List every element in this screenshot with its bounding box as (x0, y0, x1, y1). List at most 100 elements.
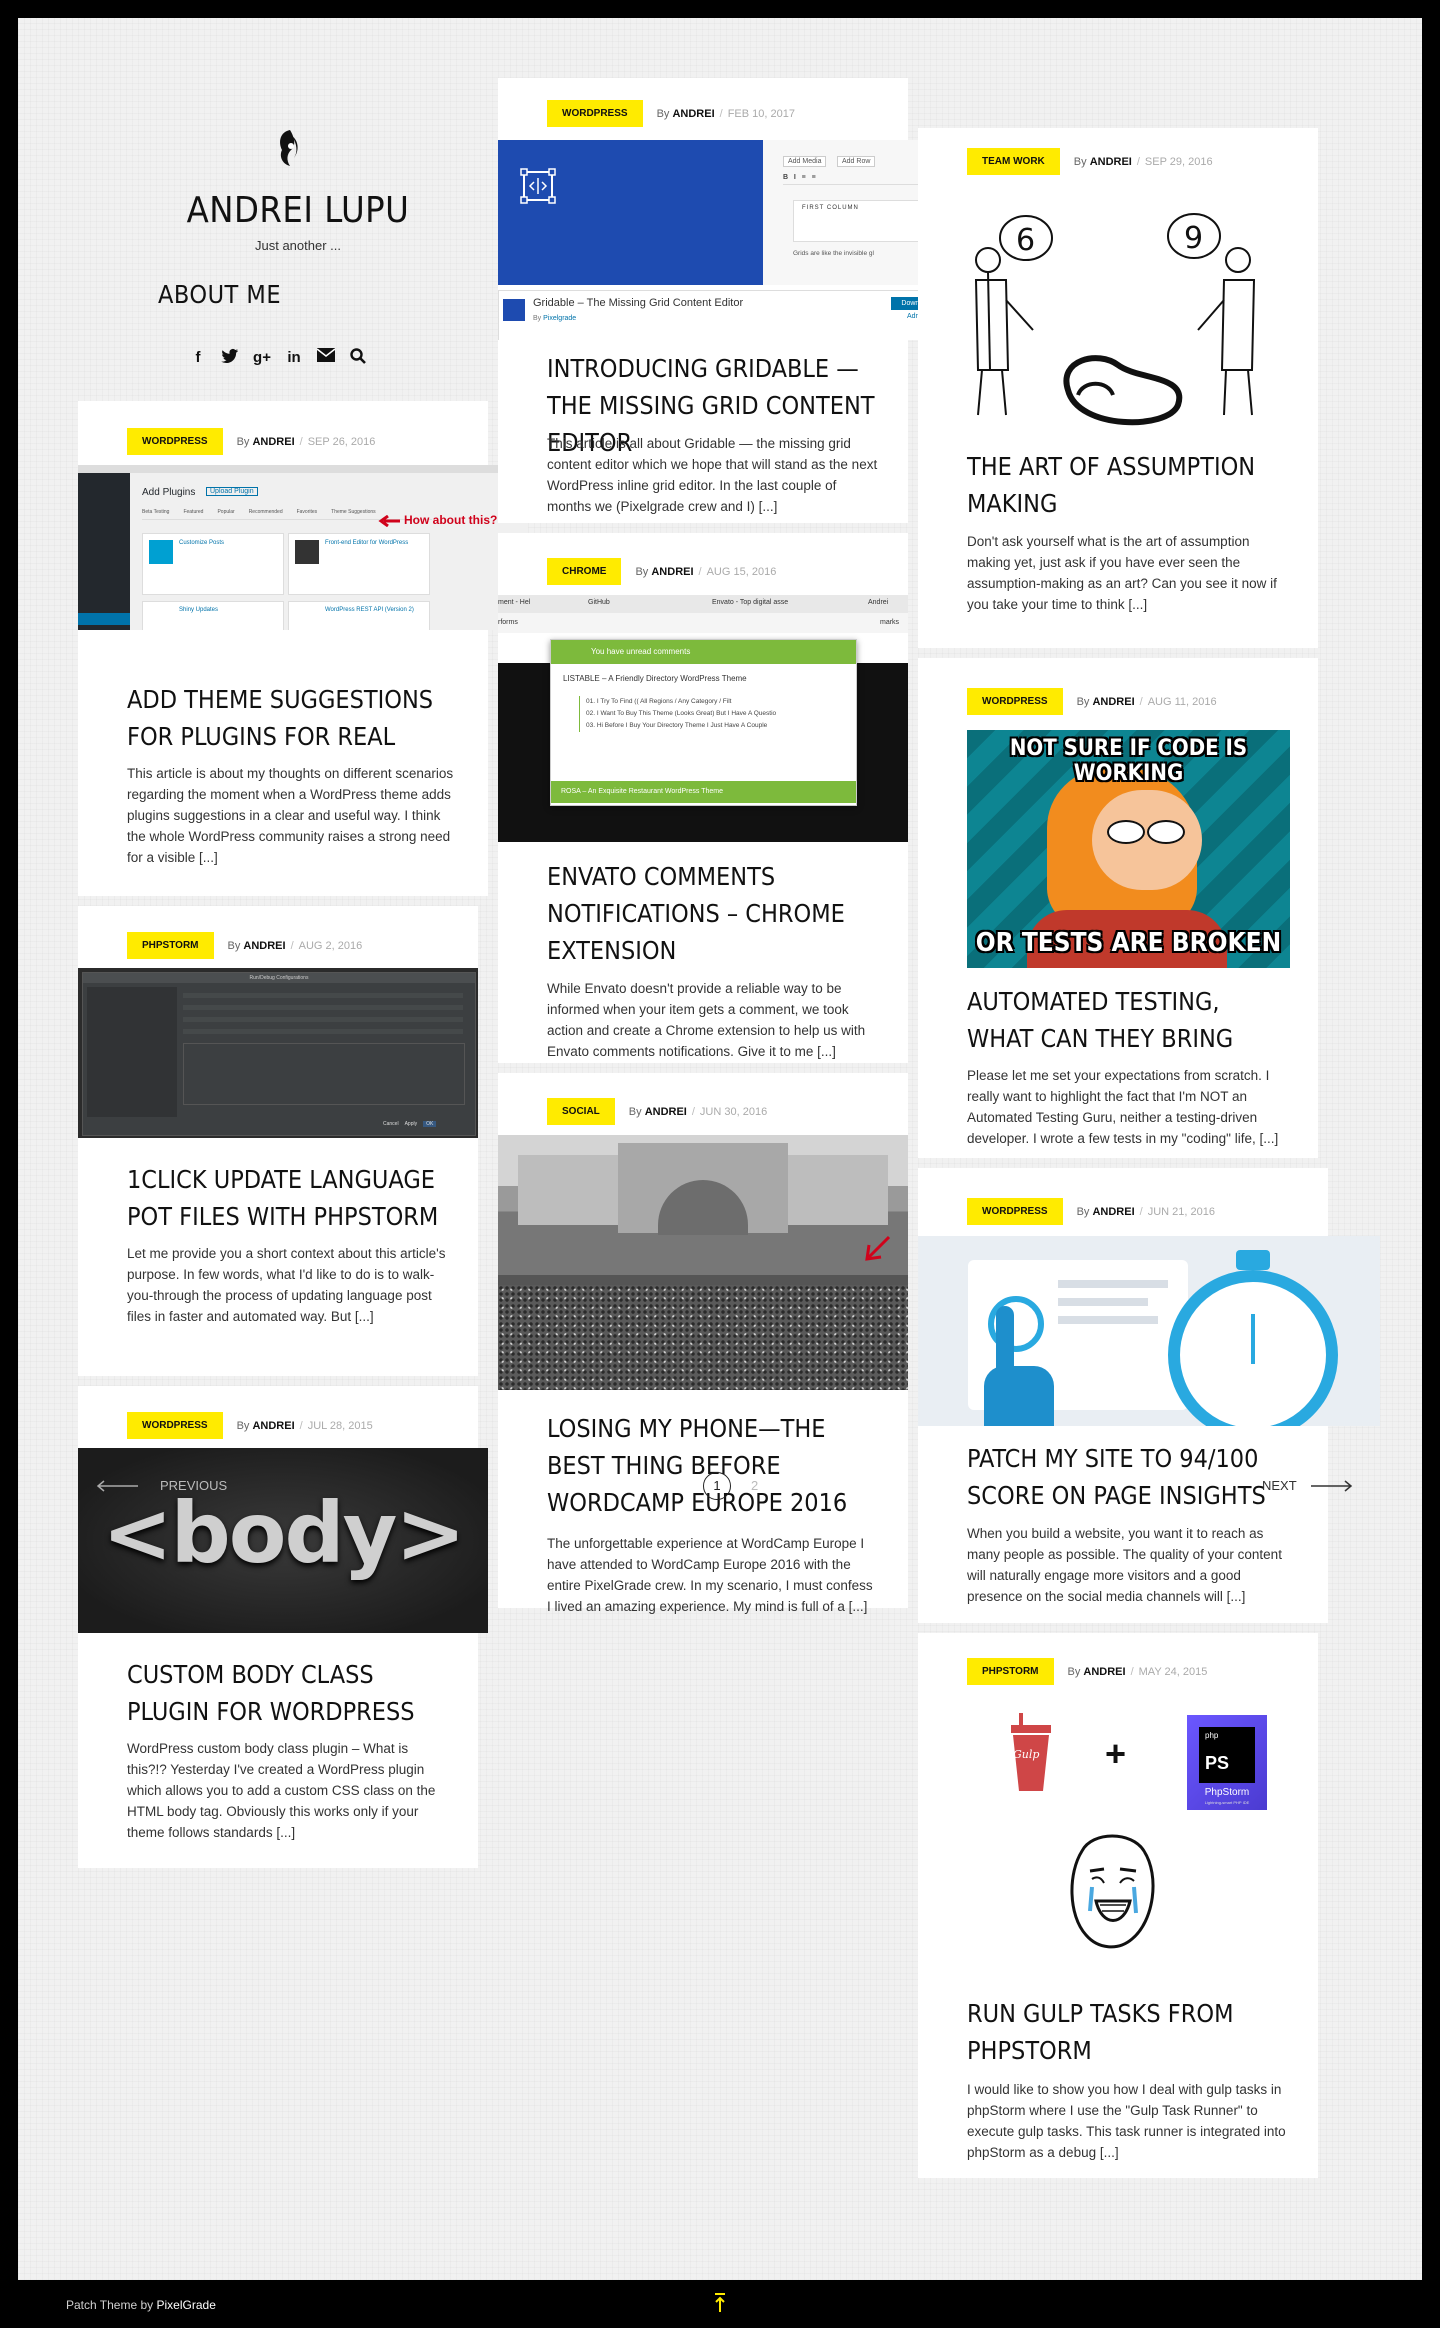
post-thumbnail[interactable]: <body> (78, 1448, 488, 1633)
arrow-right-icon (1310, 1479, 1352, 1492)
author-link[interactable]: ANDREI (1092, 696, 1134, 708)
post-title[interactable]: RUN GULP TASKS FROM PHPSTORM (967, 1995, 1288, 2069)
post-meta: WORDPRESS By ANDREI / SEP 26, 2016 (127, 428, 375, 455)
pagination-previous[interactable]: PREVIOUS (96, 1478, 227, 1493)
post-title[interactable]: PATCH MY SITE TO 94/100 SCORE ON PAGE IN… (967, 1440, 1298, 1514)
category-tag[interactable]: PHPSTORM (127, 932, 214, 959)
pagination-page-current: 1 (703, 1472, 731, 1500)
site-tagline: Just another ... (255, 238, 341, 253)
category-tag[interactable]: PHPSTORM (967, 1658, 1054, 1685)
category-tag[interactable]: WORDPRESS (967, 688, 1063, 715)
author-link[interactable]: ANDREI (651, 566, 693, 578)
post-date: SEP 26, 2016 (307, 435, 376, 448)
page: ANDREI LUPU Just another ... ABOUT ME f … (18, 18, 1422, 2280)
post-date: JUL 28, 2015 (307, 1419, 373, 1432)
post-card: TEAM WORK By ANDREI / SEP 29, 2016 6 9 T… (918, 128, 1318, 648)
post-thumbnail[interactable]: NOT SURE IF CODE IS WORKING OR TESTS ARE… (967, 730, 1290, 968)
post-thumbnail[interactable] (918, 1236, 1380, 1426)
post-title[interactable]: THE ART OF ASSUMPTION MAKING (967, 448, 1288, 522)
post-meta: PHPSTORM By ANDREI / AUG 2, 2016 (127, 932, 362, 959)
post-card: WORDPRESS By ANDREI / FEB 10, 2017 Add Me… (498, 78, 948, 523)
post-card: WORDPRESS By ANDREI / AUG 11, 2016 NOT SU… (918, 658, 1318, 1158)
nav-about-me[interactable]: ABOUT ME (158, 280, 281, 309)
back-to-top-icon[interactable] (712, 2292, 728, 2314)
post-meta: WORDPRESS By ANDREI / JUN 21, 2016 (967, 1198, 1215, 1225)
post-thumbnail[interactable]: Add Media Add Row B I ≡ ≡ FIRST COLUMN G… (498, 140, 948, 340)
post-date: AUG 11, 2016 (1147, 695, 1217, 708)
post-title[interactable]: 1CLICK UPDATE LANGUAGE POT FILES WITH PH… (127, 1161, 448, 1235)
site-title[interactable]: ANDREI LUPU (98, 190, 498, 231)
category-tag[interactable]: CHROME (547, 558, 622, 585)
twitter-icon[interactable] (220, 348, 240, 368)
svg-text:6: 6 (1016, 223, 1035, 258)
post-card: PHPSTORM By ANDREI / MAY 24, 2015 Gulp + … (918, 1633, 1318, 2178)
post-date: AUG 2, 2016 (298, 939, 363, 952)
post-excerpt: While Envato doesn't provide a reliable … (547, 981, 866, 1059)
post-date: SEP 29, 2016 (1144, 155, 1213, 168)
author-link[interactable]: ANDREI (645, 1106, 687, 1118)
post-date: FEB 10, 2017 (727, 107, 795, 120)
post-title[interactable]: ADD THEME SUGGESTIONS FOR PLUGINS FOR RE… (127, 681, 458, 755)
post-meta: TEAM WORK By ANDREI / SEP 29, 2016 (967, 148, 1213, 175)
category-tag[interactable]: WORDPRESS (967, 1198, 1063, 1225)
email-icon[interactable] (316, 348, 336, 368)
footer-credit: Patch Theme by PixelGrade (66, 2298, 216, 2312)
author-link[interactable]: ANDREI (672, 108, 714, 120)
category-tag[interactable]: WORDPRESS (127, 1412, 223, 1439)
post-thumbnail[interactable]: ment - Hel GitHub Envato - Top digital a… (498, 595, 908, 842)
post-date: MAY 24, 2015 (1138, 1665, 1208, 1678)
search-icon[interactable] (348, 348, 368, 368)
post-meta: WORDPRESS By ANDREI / AUG 11, 2016 (967, 688, 1217, 715)
post-title[interactable]: LOSING MY PHONE—THE BEST THING BEFORE WO… (547, 1410, 878, 1521)
post-title[interactable]: ENVATO COMMENTS NOTIFICATIONS – CHROME E… (547, 858, 878, 969)
author-link[interactable]: ANDREI (1090, 156, 1132, 168)
post-card: WORDPRESS By ANDREI / JUL 28, 2015 <body>… (78, 1386, 488, 1868)
post-date: JUN 30, 2016 (699, 1105, 768, 1118)
post-excerpt: Let me provide you a short context about… (127, 1246, 446, 1324)
post-thumbnail[interactable]: Run/Debug Configurations Cancel Apply OK (78, 968, 478, 1138)
category-tag[interactable]: WORDPRESS (127, 428, 223, 455)
category-tag[interactable]: SOCIAL (547, 1098, 615, 1125)
site-logo[interactable] (270, 128, 310, 176)
post-excerpt: This article is about my thoughts on dif… (127, 766, 454, 865)
post-card: CHROME By ANDREI / AUG 15, 2016 ment - He… (498, 533, 908, 1063)
post-date: JUN 21, 2016 (1147, 1205, 1215, 1218)
post-card: WORDPRESS By ANDREI / JUN 21, 2016 PATCH … (918, 1168, 1380, 1623)
post-thumbnail[interactable]: Add Plugins Upload Plugin Beta Testing Fe… (78, 465, 528, 630)
author-link[interactable]: ANDREI (252, 1420, 294, 1432)
post-title[interactable]: AUTOMATED TESTING, WHAT CAN THEY BRING (967, 983, 1288, 1057)
author-link[interactable]: ANDREI (1092, 1206, 1134, 1218)
pagination-page-link[interactable]: 2 (751, 1478, 758, 1493)
footer-brand-link[interactable]: PixelGrade (157, 2298, 216, 2312)
post-card: PHPSTORM By ANDREI / AUG 2, 2016 Run/Debu… (78, 906, 478, 1376)
post-meta: SOCIAL By ANDREI / JUN 30, 2016 (547, 1098, 767, 1125)
post-meta: PHPSTORM By ANDREI / MAY 24, 2015 (967, 1658, 1207, 1685)
post-excerpt: Please let me set your expectations from… (967, 1068, 1279, 1146)
post-thumbnail[interactable]: 6 9 (948, 190, 1288, 430)
post-meta: CHROME By ANDREI / AUG 15, 2016 (547, 558, 776, 585)
post-date: AUG 15, 2016 (706, 565, 777, 578)
post-title[interactable]: CUSTOM BODY CLASS PLUGIN FOR WORDPRESS (127, 1656, 448, 1730)
pagination-next[interactable]: NEXT (1262, 1478, 1353, 1493)
category-tag[interactable]: WORDPRESS (547, 100, 643, 127)
arrow-left-icon (96, 1479, 138, 1492)
pagination-previous-label: PREVIOUS (160, 1478, 228, 1493)
social-links: f g+ in (188, 348, 368, 368)
pagination-next-label: NEXT (1262, 1478, 1297, 1493)
post-card: WORDPRESS By ANDREI / SEP 26, 2016 Add Pl… (78, 401, 528, 896)
facebook-icon[interactable]: f (188, 348, 208, 368)
post-excerpt: I would like to show you how I deal with… (967, 2082, 1286, 2160)
svg-text:9: 9 (1184, 221, 1203, 256)
google-plus-icon[interactable]: g+ (252, 348, 272, 368)
post-excerpt: Don't ask yourself what is the art of as… (967, 534, 1277, 612)
author-link[interactable]: ANDREI (1083, 1666, 1125, 1678)
author-link[interactable]: ANDREI (252, 436, 294, 448)
post-meta: WORDPRESS By ANDREI / JUL 28, 2015 (127, 1412, 373, 1439)
post-excerpt: The unforgettable experience at WordCamp… (547, 1536, 873, 1614)
category-tag[interactable]: TEAM WORK (967, 148, 1060, 175)
linkedin-icon[interactable]: in (284, 348, 304, 368)
author-link[interactable]: ANDREI (243, 940, 285, 952)
post-thumbnail[interactable] (498, 1135, 908, 1390)
post-thumbnail[interactable]: Gulp + php PS PhpStorm Lightning-smart P… (967, 1703, 1267, 1963)
post-excerpt: When you build a website, you want it to… (967, 1526, 1282, 1604)
